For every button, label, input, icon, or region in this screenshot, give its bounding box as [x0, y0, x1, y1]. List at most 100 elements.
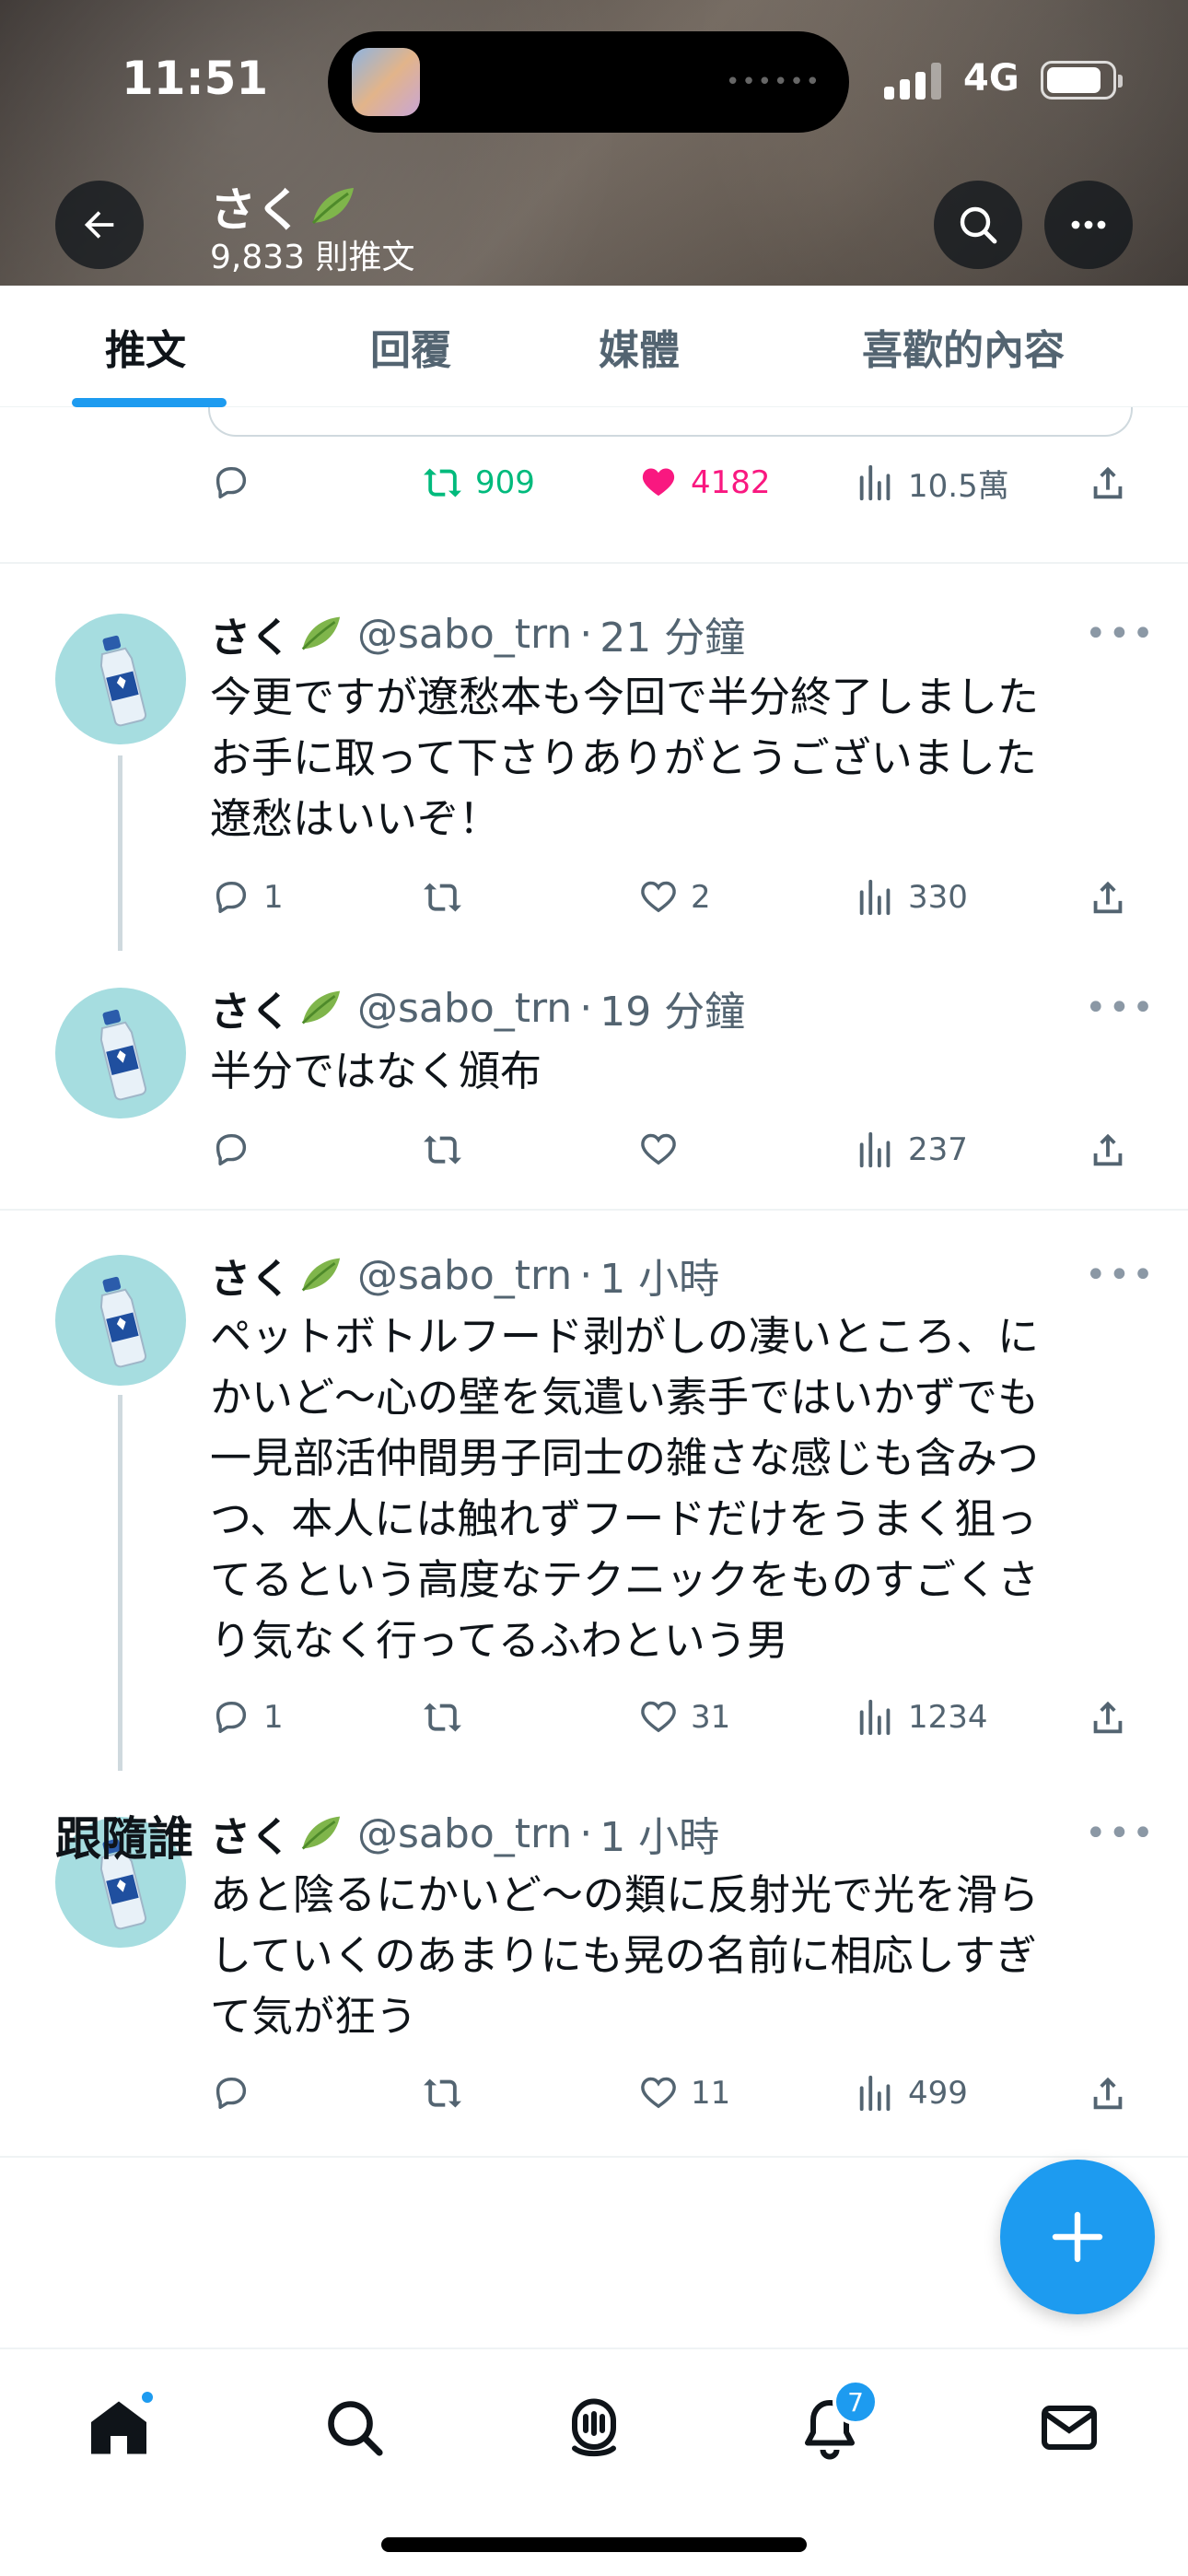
views-button[interactable]: 499 — [855, 2066, 968, 2121]
tweet-more-button[interactable]: ••• — [1085, 1806, 1156, 1861]
like-button[interactable]: 31 — [637, 1690, 730, 1745]
views-icon — [859, 879, 891, 916]
views-count: 237 — [908, 1131, 968, 1168]
retweet-icon — [424, 883, 461, 912]
share-button[interactable] — [1087, 870, 1129, 925]
tweet-text: あと陰るにかいど～の類に反射光で光を滑ら していくのあまりにも晃の名前に相応しす… — [210, 1870, 1040, 2041]
views-count: 330 — [908, 879, 968, 916]
tab-replies[interactable]: 回覆 — [370, 286, 451, 407]
tweet[interactable]: さく @sabo_trn · 21 分鐘 ••• 今更ですが遼愁本も今回で半分終… — [0, 564, 1188, 951]
home-unread-dot — [140, 2390, 155, 2405]
thread-line — [118, 1395, 122, 1771]
author-name[interactable]: さく — [210, 1804, 344, 1863]
leaf-icon — [301, 616, 341, 650]
views-icon — [859, 1131, 891, 1168]
avatar[interactable] — [55, 614, 186, 744]
heart-icon — [641, 881, 676, 913]
like-button[interactable]: 4182 — [637, 455, 771, 510]
author-name[interactable]: さく — [210, 1246, 344, 1305]
leaf-icon — [301, 990, 341, 1025]
reply-icon — [215, 881, 247, 914]
reply-button[interactable]: 1 — [210, 1690, 284, 1745]
author-handle: @sabo_trn — [357, 984, 573, 1032]
share-button[interactable] — [1087, 2066, 1129, 2121]
author-name-text: さく — [210, 989, 291, 1036]
tweet-more-button[interactable]: ••• — [1085, 980, 1156, 1036]
reply-icon — [215, 466, 247, 499]
heart-icon — [641, 1701, 676, 1733]
network-type: 4G — [963, 57, 1019, 100]
avatar[interactable] — [55, 1255, 186, 1386]
avatar[interactable] — [55, 988, 186, 1118]
search-icon — [328, 2401, 383, 2456]
reply-button[interactable] — [210, 455, 252, 510]
reply-button[interactable]: 1 — [210, 870, 284, 925]
retweet-icon — [424, 2078, 461, 2108]
like-button[interactable]: 11 — [637, 2066, 730, 2121]
separator-dot: · — [579, 984, 593, 1032]
views-button[interactable]: 330 — [855, 870, 968, 925]
nav-explore[interactable] — [313, 2386, 396, 2469]
reply-button[interactable] — [210, 1122, 263, 1177]
tweet[interactable]: さく @sabo_trn · 1 小時 ••• ペットボトルフード剥がしの凄いと… — [0, 1211, 1188, 1771]
notification-badge: 7 — [833, 2379, 879, 2425]
tweet-time: 21 分鐘 — [600, 615, 746, 662]
compose-button[interactable] — [1000, 2160, 1155, 2314]
retweet-button[interactable] — [422, 1122, 475, 1177]
tweet-header: さく @sabo_trn · 1 小時 — [210, 1246, 720, 1305]
profile-header: 11:51 •••••• 4G さく 9,833 則推文 — [0, 0, 1188, 286]
tab-media[interactable]: 媒體 — [599, 286, 680, 407]
nav-messages[interactable] — [1028, 2386, 1111, 2469]
author-name[interactable]: さく — [210, 978, 344, 1037]
spaces-icon — [572, 2398, 616, 2457]
tweet-text: 今更ですが遼愁本も今回で半分終了しました お手に取って下さりありがとうございまし… — [210, 673, 1040, 843]
leaf-icon — [311, 188, 354, 225]
tweet-header: さく @sabo_trn · 21 分鐘 — [210, 606, 745, 662]
tweet-actions: 237 — [210, 1122, 1140, 1177]
share-button[interactable] — [1087, 1122, 1129, 1177]
tab-posts[interactable]: 推文 — [105, 286, 186, 407]
author-name[interactable]: さく — [210, 604, 344, 663]
reply-count: 1 — [263, 879, 284, 916]
share-button[interactable] — [1087, 1690, 1129, 1745]
media-preview[interactable] — [208, 407, 1133, 437]
views-button[interactable]: 237 — [855, 1122, 968, 1177]
views-icon — [859, 1699, 891, 1736]
status-bar: 11:51 •••••• 4G — [0, 0, 1188, 157]
reply-icon — [215, 1133, 247, 1166]
search-button[interactable] — [934, 181, 1022, 269]
tweet-header: さく @sabo_trn · 1 小時 — [210, 1804, 719, 1863]
retweet-button[interactable] — [422, 870, 475, 925]
timeline[interactable]: 909 4182 10.5萬 さく @sabo_trn · 21 分鐘 ••• … — [0, 407, 1188, 2349]
tweet-more-button[interactable]: ••• — [1085, 1247, 1156, 1303]
retweet-button[interactable]: 909 — [422, 455, 535, 510]
share-button[interactable] — [1087, 455, 1129, 510]
nav-notifications[interactable]: 7 — [788, 2379, 879, 2469]
reply-icon — [215, 1701, 247, 1734]
nav-spaces[interactable] — [553, 2386, 635, 2469]
heart-icon — [642, 468, 675, 497]
views-button[interactable]: 1234 — [855, 1690, 988, 1745]
author-name-text: さく — [210, 615, 291, 662]
author-handle: @sabo_trn — [357, 1251, 573, 1299]
more-options-button[interactable] — [1044, 181, 1133, 269]
tweet-time: 1 小時 — [600, 1256, 720, 1303]
views-icon — [859, 464, 891, 501]
more-icon — [1071, 220, 1106, 229]
tab-likes[interactable]: 喜歡的內容 — [862, 286, 1065, 407]
retweet-button[interactable] — [422, 1690, 475, 1745]
share-icon — [1093, 1133, 1123, 1166]
tweet[interactable]: さく @sabo_trn · 19 分鐘 ••• 半分ではなく頒布 237 — [0, 942, 1188, 1190]
profile-tabs: 推文 回覆 媒體 喜歡的內容 — [0, 286, 1188, 407]
back-button[interactable] — [55, 181, 144, 269]
retweet-button[interactable] — [422, 2066, 475, 2121]
post-count: 9,833 則推文 — [210, 239, 415, 276]
views-button[interactable]: 10.5萬 — [855, 455, 1009, 510]
like-button[interactable] — [637, 1122, 691, 1177]
heart-icon — [641, 1133, 676, 1165]
battery-fill — [1047, 67, 1101, 93]
nav-home[interactable] — [77, 2386, 160, 2469]
reply-button[interactable] — [210, 2066, 263, 2121]
like-button[interactable]: 2 — [637, 870, 711, 925]
tweet-more-button[interactable]: ••• — [1085, 606, 1156, 662]
